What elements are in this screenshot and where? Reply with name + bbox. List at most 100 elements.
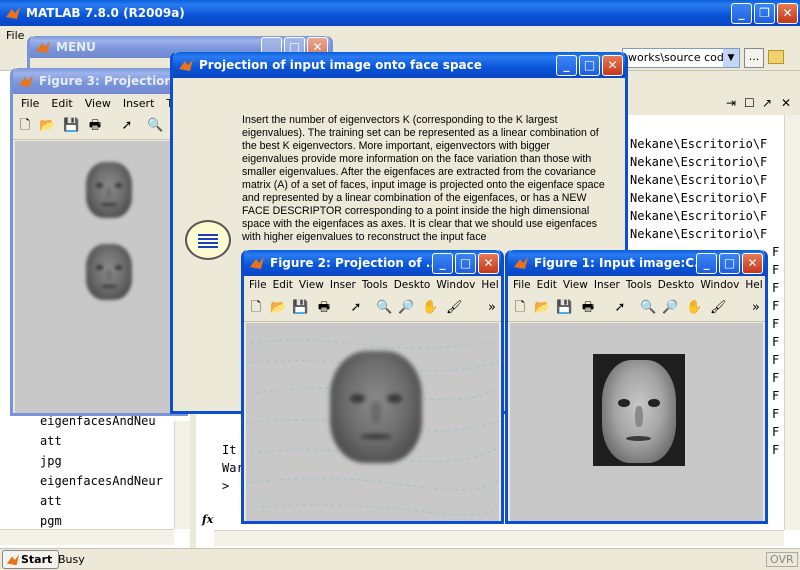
minimize-button[interactable]: _ [696,253,717,274]
command-char: F [772,425,780,439]
print-icon[interactable]: 🖶 [580,300,596,316]
menu-edit[interactable]: Edit [45,94,78,113]
restore-button[interactable]: ❐ [754,3,775,24]
undock-icon[interactable]: ↗ [762,96,772,110]
menu-insert[interactable]: Inser [591,276,623,295]
more-options-icon[interactable]: ⇥ [726,96,736,110]
figure1-title-bar[interactable]: Figure 1: Input image:C... _ □ ✕ [508,250,765,276]
menu-file[interactable]: File [246,276,270,295]
save-icon[interactable]: 💾 [63,118,79,134]
print-icon[interactable]: 🖶 [316,300,332,316]
projection-title: Projection of input image onto face spac… [199,58,482,72]
figure2-axes-area [246,323,499,521]
zoom-out-icon[interactable]: 🔎 [398,300,414,316]
ovr-indicator: OVR [766,552,798,567]
projection-title-bar[interactable]: Projection of input image onto face spac… [173,52,625,78]
pointer-icon[interactable]: ➚ [348,300,364,316]
command-line: Nekane\Escritorio\F [630,209,768,223]
close-panel-icon[interactable]: ✕ [781,96,791,110]
menu-tools[interactable]: Tools [359,276,391,295]
new-file-icon[interactable]: 🗋 [248,300,264,316]
menu-view[interactable]: View [79,94,117,113]
menu-title: MENU [56,40,96,54]
maximize-button[interactable]: □ [719,253,740,274]
more-tools-icon[interactable]: » [484,300,500,316]
tree-item[interactable]: pgm [40,511,176,531]
maximize-button[interactable]: □ [455,253,476,274]
maximize-button[interactable]: □ [579,55,600,76]
pointer-icon[interactable]: ➚ [119,118,135,134]
chevron-down-icon[interactable]: ▼ [723,49,739,67]
matlab-logo-icon [36,41,50,53]
menu-desktop[interactable]: Deskto [655,276,698,295]
folder-vertical-scrollbar[interactable] [174,421,190,529]
open-folder-icon[interactable]: 📂 [534,300,550,316]
command-char: F [772,353,780,367]
minimize-button[interactable]: _ [556,55,577,76]
fx-icon[interactable]: fx [202,513,213,526]
more-tools-icon[interactable]: » [748,300,764,316]
command-line: Nekane\Escritorio\F [630,191,768,205]
menu-file[interactable]: File [15,94,45,113]
browse-folder-button[interactable]: ... [744,48,764,68]
menu-desktop[interactable]: Deskto [391,276,434,295]
menu-insert[interactable]: Inser [327,276,359,295]
new-file-icon[interactable]: 🗋 [512,300,528,316]
figure3-title-bar[interactable]: Figure 3: Projection c [13,68,185,94]
matlab-title-bar[interactable]: MATLAB 7.8.0 (R2009a) _ ❐ ✕ [0,0,800,26]
command-char: F [772,335,780,349]
menu-file[interactable]: File [510,276,534,295]
menu-edit[interactable]: Edit [534,276,560,295]
minimize-button[interactable]: _ [432,253,453,274]
matlab-logo-icon [514,257,528,269]
data-cursor-icon[interactable]: 🖌 [446,300,463,316]
zoom-in-icon[interactable]: 🔍 [147,118,163,134]
maximize-panel-icon[interactable]: ☐ [744,96,755,110]
folder-horizontal-scrollbar[interactable] [0,529,174,545]
pointer-icon[interactable]: ➚ [612,300,628,316]
menu-file[interactable]: File [0,26,30,45]
print-icon[interactable]: 🖶 [87,118,103,134]
command-char: F [772,263,780,277]
matlab-logo-icon [19,75,33,87]
new-file-icon[interactable]: 🗋 [17,118,33,134]
close-button[interactable]: ✕ [742,253,763,274]
tree-item[interactable]: att [40,431,176,451]
menu-window[interactable]: Windov [433,276,478,295]
open-folder-icon[interactable]: 📂 [39,118,55,134]
open-folder-icon[interactable]: 📂 [270,300,286,316]
menu-help[interactable]: Help [478,276,499,295]
close-button[interactable]: ✕ [777,3,798,24]
menu-tools[interactable]: Tools [623,276,655,295]
zoom-in-icon[interactable]: 🔍 [376,300,392,316]
command-char: F [772,371,780,385]
tree-item[interactable]: att [40,491,176,511]
command-char: F [772,245,780,259]
tree-item[interactable]: jpg [40,451,176,471]
command-vertical-scrollbar[interactable] [784,115,800,530]
current-folder-combobox[interactable]: works\source code ▼ [622,48,740,68]
zoom-out-icon[interactable]: 🔎 [662,300,678,316]
pan-hand-icon[interactable]: ✋ [686,300,702,316]
data-cursor-icon[interactable]: 🖌 [710,300,727,316]
menu-insert[interactable]: Insert [117,94,161,113]
tree-item[interactable]: eigenfacesAndNeur [40,471,176,491]
close-button[interactable]: ✕ [602,55,623,76]
close-button[interactable]: ✕ [478,253,499,274]
menu-view[interactable]: View [560,276,591,295]
folder-up-icon[interactable] [768,50,784,64]
save-icon[interactable]: 💾 [556,300,572,316]
minimize-button[interactable]: _ [731,3,752,24]
menu-window[interactable]: Windov [697,276,742,295]
folder-tree: eigenfacesAndNeu att jpg eigenfacesAndNe… [40,411,176,531]
figure2-title-bar[interactable]: Figure 2: Projection of ... _ □ ✕ [244,250,501,276]
menu-view[interactable]: View [296,276,327,295]
command-horizontal-scrollbar[interactable] [214,530,784,546]
save-icon[interactable]: 💾 [292,300,308,316]
pan-hand-icon[interactable]: ✋ [422,300,438,316]
zoom-in-icon[interactable]: 🔍 [640,300,656,316]
menu-edit[interactable]: Edit [270,276,296,295]
eigenface-image [86,162,132,218]
menu-help[interactable]: Help [742,276,763,295]
start-button[interactable]: Start [2,550,60,569]
